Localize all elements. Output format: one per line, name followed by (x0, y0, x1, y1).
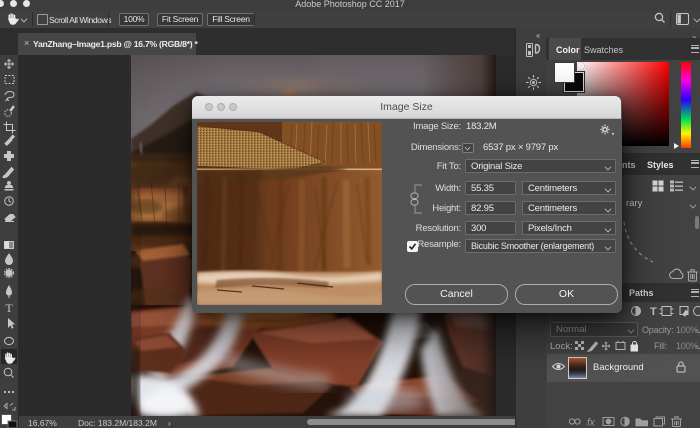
svg-text:T: T (650, 306, 657, 317)
svg-text:T: T (5, 301, 13, 315)
svg-text:fx: fx (587, 418, 596, 428)
